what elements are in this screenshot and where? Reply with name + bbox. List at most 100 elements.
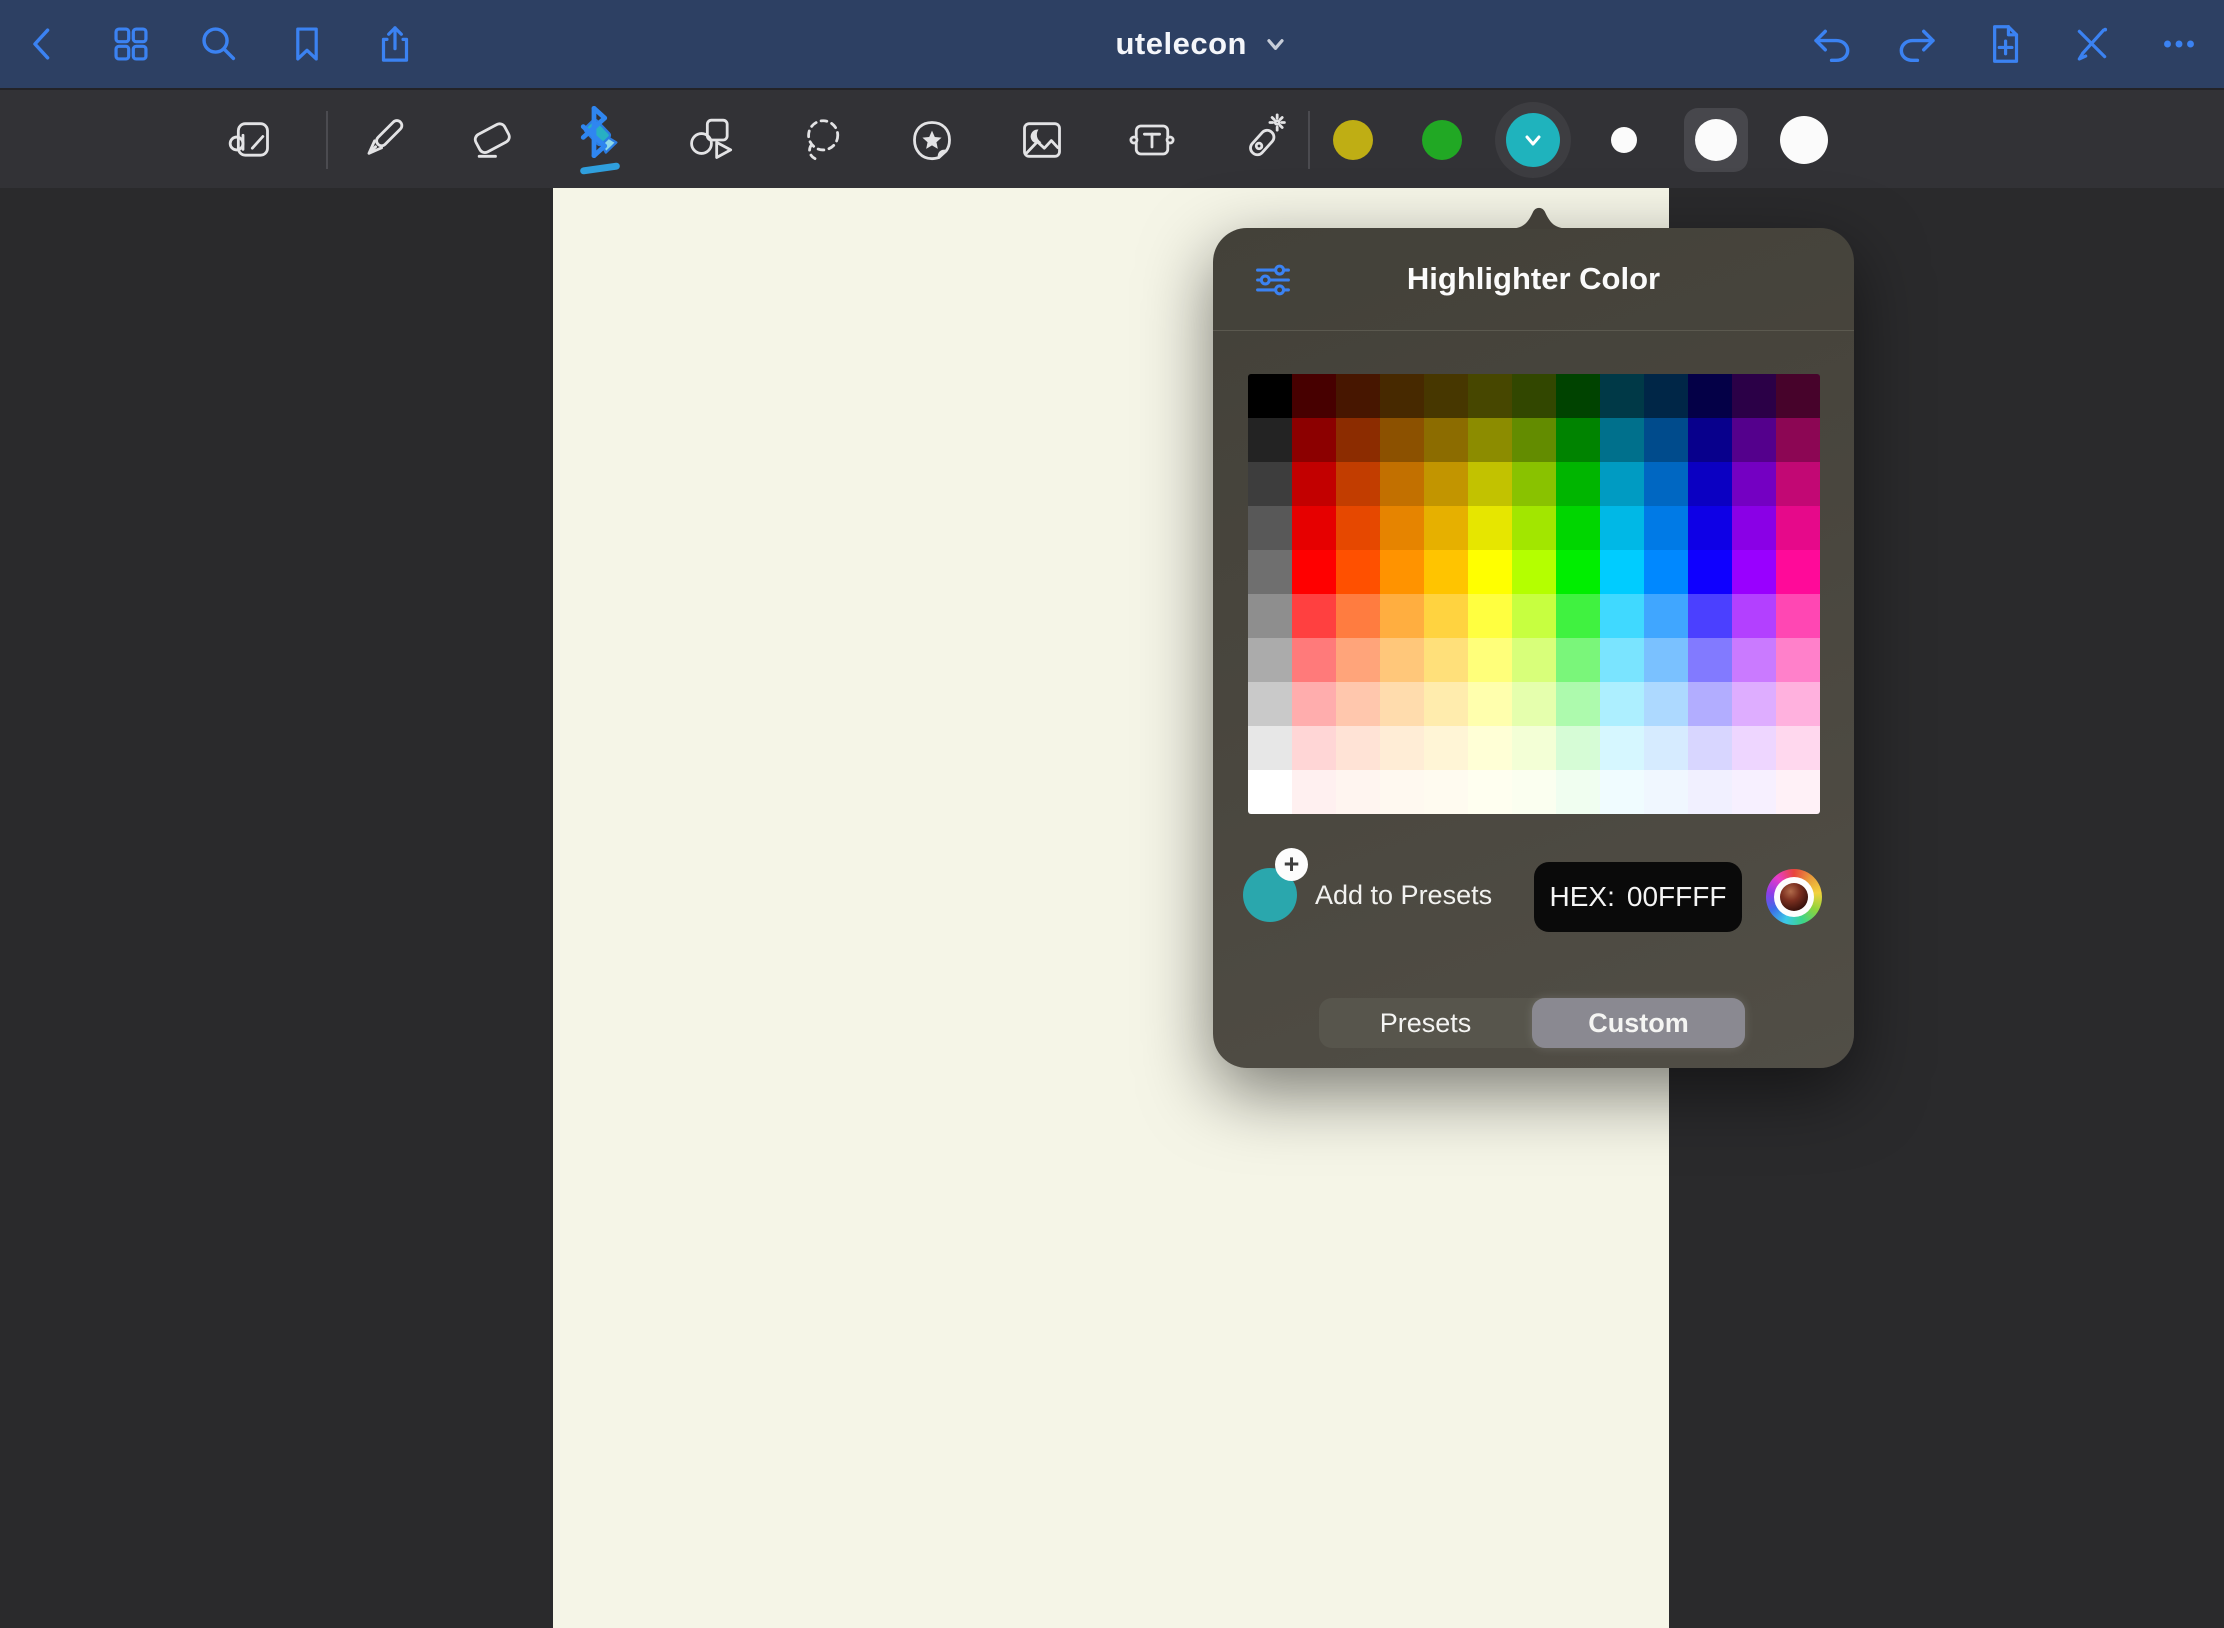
color-cell-r6-c8[interactable] [1556,594,1600,638]
color-cell-r10-c6[interactable] [1468,770,1512,814]
color-cell-r10-c9[interactable] [1600,770,1644,814]
color-cell-r1-c5[interactable] [1424,374,1468,418]
color-cell-r2-c4[interactable] [1380,418,1424,462]
color-cell-r10-c2[interactable] [1292,770,1336,814]
color-cell-r5-c6[interactable] [1468,550,1512,594]
back-button[interactable] [15,16,71,72]
color-cell-r5-c3[interactable] [1336,550,1380,594]
color-cell-r6-c4[interactable] [1380,594,1424,638]
color-cell-r7-c6[interactable] [1468,638,1512,682]
color-cell-r3-c13[interactable] [1776,462,1820,506]
color-cell-r8-c6[interactable] [1468,682,1512,726]
color-cell-r2-c3[interactable] [1336,418,1380,462]
page-thumbnails-button[interactable] [103,16,159,72]
color-cell-r10-c8[interactable] [1556,770,1600,814]
color-cell-r8-c12[interactable] [1732,682,1776,726]
color-cell-r6-c9[interactable] [1600,594,1644,638]
color-cell-r8-c10[interactable] [1644,682,1688,726]
color-cell-r4-c7[interactable] [1512,506,1556,550]
color-cell-r6-c13[interactable] [1776,594,1820,638]
color-cell-r9-c13[interactable] [1776,726,1820,770]
tab-custom[interactable]: Custom [1532,998,1745,1048]
color-cell-r2-c12[interactable] [1732,418,1776,462]
color-cell-r2-c11[interactable] [1688,418,1732,462]
color-cell-r8-c9[interactable] [1600,682,1644,726]
color-cell-r7-c1[interactable] [1248,638,1292,682]
color-cell-r10-c12[interactable] [1732,770,1776,814]
color-cell-r1-c4[interactable] [1380,374,1424,418]
color-cell-r4-c3[interactable] [1336,506,1380,550]
color-cell-r4-c11[interactable] [1688,506,1732,550]
add-page-button[interactable] [1977,16,2033,72]
color-cell-r8-c8[interactable] [1556,682,1600,726]
color-cell-r5-c8[interactable] [1556,550,1600,594]
color-cell-r5-c10[interactable] [1644,550,1688,594]
color-cell-r1-c13[interactable] [1776,374,1820,418]
color-cell-r10-c11[interactable] [1688,770,1732,814]
color-cell-r6-c5[interactable] [1424,594,1468,638]
color-cell-r2-c7[interactable] [1512,418,1556,462]
color-cell-r5-c12[interactable] [1732,550,1776,594]
color-cell-r9-c1[interactable] [1248,726,1292,770]
color-cell-r4-c13[interactable] [1776,506,1820,550]
color-cell-r1-c2[interactable] [1292,374,1336,418]
color-cell-r4-c1[interactable] [1248,506,1292,550]
color-cell-r1-c12[interactable] [1732,374,1776,418]
color-cell-r5-c2[interactable] [1292,550,1336,594]
color-wheel-button[interactable] [1766,869,1822,925]
color-cell-r1-c9[interactable] [1600,374,1644,418]
color-cell-r10-c7[interactable] [1512,770,1556,814]
color-cell-r2-c1[interactable] [1248,418,1292,462]
color-cell-r8-c2[interactable] [1292,682,1336,726]
color-cell-r5-c9[interactable] [1600,550,1644,594]
color-cell-r7-c11[interactable] [1688,638,1732,682]
add-preset-plus-icon[interactable]: + [1275,848,1308,881]
color-cell-r2-c6[interactable] [1468,418,1512,462]
color-cell-r9-c3[interactable] [1336,726,1380,770]
color-cell-r7-c9[interactable] [1600,638,1644,682]
color-cell-r5-c1[interactable] [1248,550,1292,594]
color-cell-r7-c8[interactable] [1556,638,1600,682]
color-cell-r6-c1[interactable] [1248,594,1292,638]
document-title-dropdown[interactable]: utelecon [1115,0,1288,88]
color-cell-r7-c13[interactable] [1776,638,1820,682]
color-cell-r3-c5[interactable] [1424,462,1468,506]
color-cell-r4-c5[interactable] [1424,506,1468,550]
thickness-small[interactable] [1611,127,1637,153]
color-cell-r9-c11[interactable] [1688,726,1732,770]
color-cell-r3-c11[interactable] [1688,462,1732,506]
color-cell-r10-c3[interactable] [1336,770,1380,814]
color-cell-r1-c8[interactable] [1556,374,1600,418]
color-cell-r1-c11[interactable] [1688,374,1732,418]
color-cell-r1-c6[interactable] [1468,374,1512,418]
color-cell-r3-c1[interactable] [1248,462,1292,506]
pen-disable-button[interactable] [2064,16,2120,72]
color-cell-r9-c9[interactable] [1600,726,1644,770]
color-cell-r6-c2[interactable] [1292,594,1336,638]
color-cell-r3-c8[interactable] [1556,462,1600,506]
color-cell-r9-c12[interactable] [1732,726,1776,770]
color-cell-r5-c5[interactable] [1424,550,1468,594]
color-cell-r4-c12[interactable] [1732,506,1776,550]
color-cell-r2-c13[interactable] [1776,418,1820,462]
color-cell-r8-c13[interactable] [1776,682,1820,726]
color-cell-r7-c2[interactable] [1292,638,1336,682]
tab-presets[interactable]: Presets [1319,998,1532,1048]
more-button[interactable] [2151,16,2207,72]
color-swatch-teal[interactable] [1506,113,1560,167]
color-cell-r2-c10[interactable] [1644,418,1688,462]
share-button[interactable] [367,16,423,72]
color-cell-r6-c12[interactable] [1732,594,1776,638]
color-cell-r7-c10[interactable] [1644,638,1688,682]
search-button[interactable] [191,16,247,72]
color-cell-r10-c1[interactable] [1248,770,1292,814]
color-cell-r6-c11[interactable] [1688,594,1732,638]
bookmark-button[interactable] [279,16,335,72]
color-swatch-olive[interactable] [1333,120,1373,160]
color-cell-r6-c10[interactable] [1644,594,1688,638]
redo-button[interactable] [1890,16,1946,72]
undo-button[interactable] [1803,16,1859,72]
color-cell-r1-c10[interactable] [1644,374,1688,418]
color-cell-r10-c10[interactable] [1644,770,1688,814]
color-cell-r2-c9[interactable] [1600,418,1644,462]
